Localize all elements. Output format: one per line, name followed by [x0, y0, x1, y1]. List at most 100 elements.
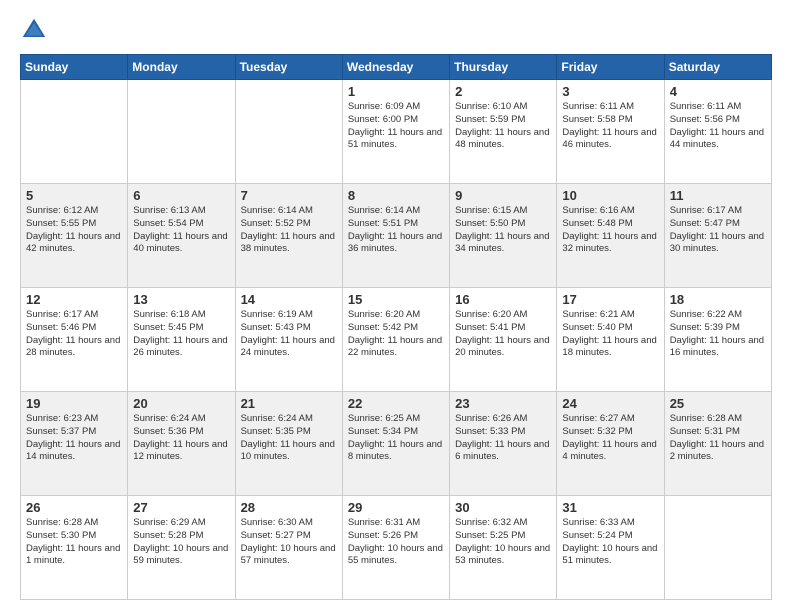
calendar-cell	[21, 80, 128, 184]
cell-content: Sunrise: 6:29 AM Sunset: 5:28 PM Dayligh…	[133, 517, 229, 568]
day-number: 30	[455, 500, 551, 515]
calendar-week-1: 1 Sunrise: 6:09 AM Sunset: 6:00 PM Daylig…	[21, 80, 772, 184]
cell-content: Sunrise: 6:17 AM Sunset: 5:46 PM Dayligh…	[26, 309, 122, 360]
calendar-cell: 27 Sunrise: 6:29 AM Sunset: 5:28 PM Dayli…	[128, 496, 235, 600]
cell-content: Sunrise: 6:28 AM Sunset: 5:31 PM Dayligh…	[670, 413, 766, 464]
calendar-cell: 2 Sunrise: 6:10 AM Sunset: 5:59 PM Daylig…	[450, 80, 557, 184]
cell-content: Sunrise: 6:11 AM Sunset: 5:56 PM Dayligh…	[670, 101, 766, 152]
calendar-cell: 17 Sunrise: 6:21 AM Sunset: 5:40 PM Dayli…	[557, 288, 664, 392]
weekday-header-wednesday: Wednesday	[342, 55, 449, 80]
day-number: 19	[26, 396, 122, 411]
cell-content: Sunrise: 6:16 AM Sunset: 5:48 PM Dayligh…	[562, 205, 658, 256]
calendar-week-2: 5 Sunrise: 6:12 AM Sunset: 5:55 PM Daylig…	[21, 184, 772, 288]
day-number: 31	[562, 500, 658, 515]
cell-content: Sunrise: 6:30 AM Sunset: 5:27 PM Dayligh…	[241, 517, 337, 568]
cell-content: Sunrise: 6:26 AM Sunset: 5:33 PM Dayligh…	[455, 413, 551, 464]
weekday-header-tuesday: Tuesday	[235, 55, 342, 80]
cell-content: Sunrise: 6:24 AM Sunset: 5:35 PM Dayligh…	[241, 413, 337, 464]
cell-content: Sunrise: 6:14 AM Sunset: 5:52 PM Dayligh…	[241, 205, 337, 256]
day-number: 12	[26, 292, 122, 307]
day-number: 23	[455, 396, 551, 411]
day-number: 28	[241, 500, 337, 515]
day-number: 17	[562, 292, 658, 307]
cell-content: Sunrise: 6:33 AM Sunset: 5:24 PM Dayligh…	[562, 517, 658, 568]
cell-content: Sunrise: 6:28 AM Sunset: 5:30 PM Dayligh…	[26, 517, 122, 568]
calendar-cell: 24 Sunrise: 6:27 AM Sunset: 5:32 PM Dayli…	[557, 392, 664, 496]
calendar-cell: 13Sunrise: 6:18 AM Sunset: 5:45 PM Dayli…	[128, 288, 235, 392]
calendar-cell	[664, 496, 771, 600]
day-number: 16	[455, 292, 551, 307]
weekday-header-monday: Monday	[128, 55, 235, 80]
weekday-header-row: SundayMondayTuesdayWednesdayThursdayFrid…	[21, 55, 772, 80]
cell-content: Sunrise: 6:21 AM Sunset: 5:40 PM Dayligh…	[562, 309, 658, 360]
calendar-cell: 1 Sunrise: 6:09 AM Sunset: 6:00 PM Daylig…	[342, 80, 449, 184]
day-number: 29	[348, 500, 444, 515]
calendar-cell: 28 Sunrise: 6:30 AM Sunset: 5:27 PM Dayli…	[235, 496, 342, 600]
calendar-cell: 26 Sunrise: 6:28 AM Sunset: 5:30 PM Dayli…	[21, 496, 128, 600]
cell-content: Sunrise: 6:22 AM Sunset: 5:39 PM Dayligh…	[670, 309, 766, 360]
cell-content: Sunrise: 6:20 AM Sunset: 5:42 PM Dayligh…	[348, 309, 444, 360]
cell-content: Sunrise: 6:13 AM Sunset: 5:54 PM Dayligh…	[133, 205, 229, 256]
day-number: 27	[133, 500, 229, 515]
cell-content: Sunrise: 6:24 AM Sunset: 5:36 PM Dayligh…	[133, 413, 229, 464]
day-number: 11	[670, 188, 766, 203]
calendar-cell: 4 Sunrise: 6:11 AM Sunset: 5:56 PM Daylig…	[664, 80, 771, 184]
cell-content: Sunrise: 6:14 AM Sunset: 5:51 PM Dayligh…	[348, 205, 444, 256]
logo-icon	[20, 16, 48, 44]
cell-content: Sunrise: 6:09 AM Sunset: 6:00 PM Dayligh…	[348, 101, 444, 152]
calendar-cell: 19Sunrise: 6:23 AM Sunset: 5:37 PM Dayli…	[21, 392, 128, 496]
day-number: 6	[133, 188, 229, 203]
calendar-table: SundayMondayTuesdayWednesdayThursdayFrid…	[20, 54, 772, 600]
day-number: 5	[26, 188, 122, 203]
calendar-cell: 9Sunrise: 6:15 AM Sunset: 5:50 PM Daylig…	[450, 184, 557, 288]
cell-content: Sunrise: 6:25 AM Sunset: 5:34 PM Dayligh…	[348, 413, 444, 464]
cell-content: Sunrise: 6:20 AM Sunset: 5:41 PM Dayligh…	[455, 309, 551, 360]
calendar-cell: 8 Sunrise: 6:14 AM Sunset: 5:51 PM Daylig…	[342, 184, 449, 288]
calendar-cell: 16 Sunrise: 6:20 AM Sunset: 5:41 PM Dayli…	[450, 288, 557, 392]
day-number: 10	[562, 188, 658, 203]
day-number: 20	[133, 396, 229, 411]
calendar-week-3: 12 Sunrise: 6:17 AM Sunset: 5:46 PM Dayli…	[21, 288, 772, 392]
cell-content: Sunrise: 6:32 AM Sunset: 5:25 PM Dayligh…	[455, 517, 551, 568]
cell-content: Sunrise: 6:17 AM Sunset: 5:47 PM Dayligh…	[670, 205, 766, 256]
calendar-week-5: 26 Sunrise: 6:28 AM Sunset: 5:30 PM Dayli…	[21, 496, 772, 600]
day-number: 24	[562, 396, 658, 411]
page: SundayMondayTuesdayWednesdayThursdayFrid…	[0, 0, 792, 612]
day-number: 9	[455, 188, 551, 203]
calendar-cell: 10 Sunrise: 6:16 AM Sunset: 5:48 PM Dayli…	[557, 184, 664, 288]
calendar-cell: 12 Sunrise: 6:17 AM Sunset: 5:46 PM Dayli…	[21, 288, 128, 392]
day-number: 1	[348, 84, 444, 99]
calendar-cell: 7Sunrise: 6:14 AM Sunset: 5:52 PM Daylig…	[235, 184, 342, 288]
day-number: 15	[348, 292, 444, 307]
day-number: 8	[348, 188, 444, 203]
day-number: 21	[241, 396, 337, 411]
day-number: 22	[348, 396, 444, 411]
cell-content: Sunrise: 6:31 AM Sunset: 5:26 PM Dayligh…	[348, 517, 444, 568]
day-number: 14	[241, 292, 337, 307]
day-number: 3	[562, 84, 658, 99]
header	[20, 16, 772, 44]
day-number: 25	[670, 396, 766, 411]
day-number: 4	[670, 84, 766, 99]
day-number: 18	[670, 292, 766, 307]
logo	[20, 16, 52, 44]
day-number: 13	[133, 292, 229, 307]
day-number: 26	[26, 500, 122, 515]
cell-content: Sunrise: 6:12 AM Sunset: 5:55 PM Dayligh…	[26, 205, 122, 256]
calendar-cell: 20 Sunrise: 6:24 AM Sunset: 5:36 PM Dayli…	[128, 392, 235, 496]
cell-content: Sunrise: 6:10 AM Sunset: 5:59 PM Dayligh…	[455, 101, 551, 152]
calendar-cell: 14 Sunrise: 6:19 AM Sunset: 5:43 PM Dayli…	[235, 288, 342, 392]
calendar-cell: 25 Sunrise: 6:28 AM Sunset: 5:31 PM Dayli…	[664, 392, 771, 496]
calendar-cell: 29 Sunrise: 6:31 AM Sunset: 5:26 PM Dayli…	[342, 496, 449, 600]
calendar-cell: 5 Sunrise: 6:12 AM Sunset: 5:55 PM Daylig…	[21, 184, 128, 288]
calendar-cell	[128, 80, 235, 184]
cell-content: Sunrise: 6:19 AM Sunset: 5:43 PM Dayligh…	[241, 309, 337, 360]
weekday-header-friday: Friday	[557, 55, 664, 80]
cell-content: Sunrise: 6:11 AM Sunset: 5:58 PM Dayligh…	[562, 101, 658, 152]
calendar-cell: 18 Sunrise: 6:22 AM Sunset: 5:39 PM Dayli…	[664, 288, 771, 392]
calendar-cell: 22 Sunrise: 6:25 AM Sunset: 5:34 PM Dayli…	[342, 392, 449, 496]
cell-content: Sunrise: 6:27 AM Sunset: 5:32 PM Dayligh…	[562, 413, 658, 464]
calendar-cell: 31 Sunrise: 6:33 AM Sunset: 5:24 PM Dayli…	[557, 496, 664, 600]
day-number: 2	[455, 84, 551, 99]
calendar-cell	[235, 80, 342, 184]
